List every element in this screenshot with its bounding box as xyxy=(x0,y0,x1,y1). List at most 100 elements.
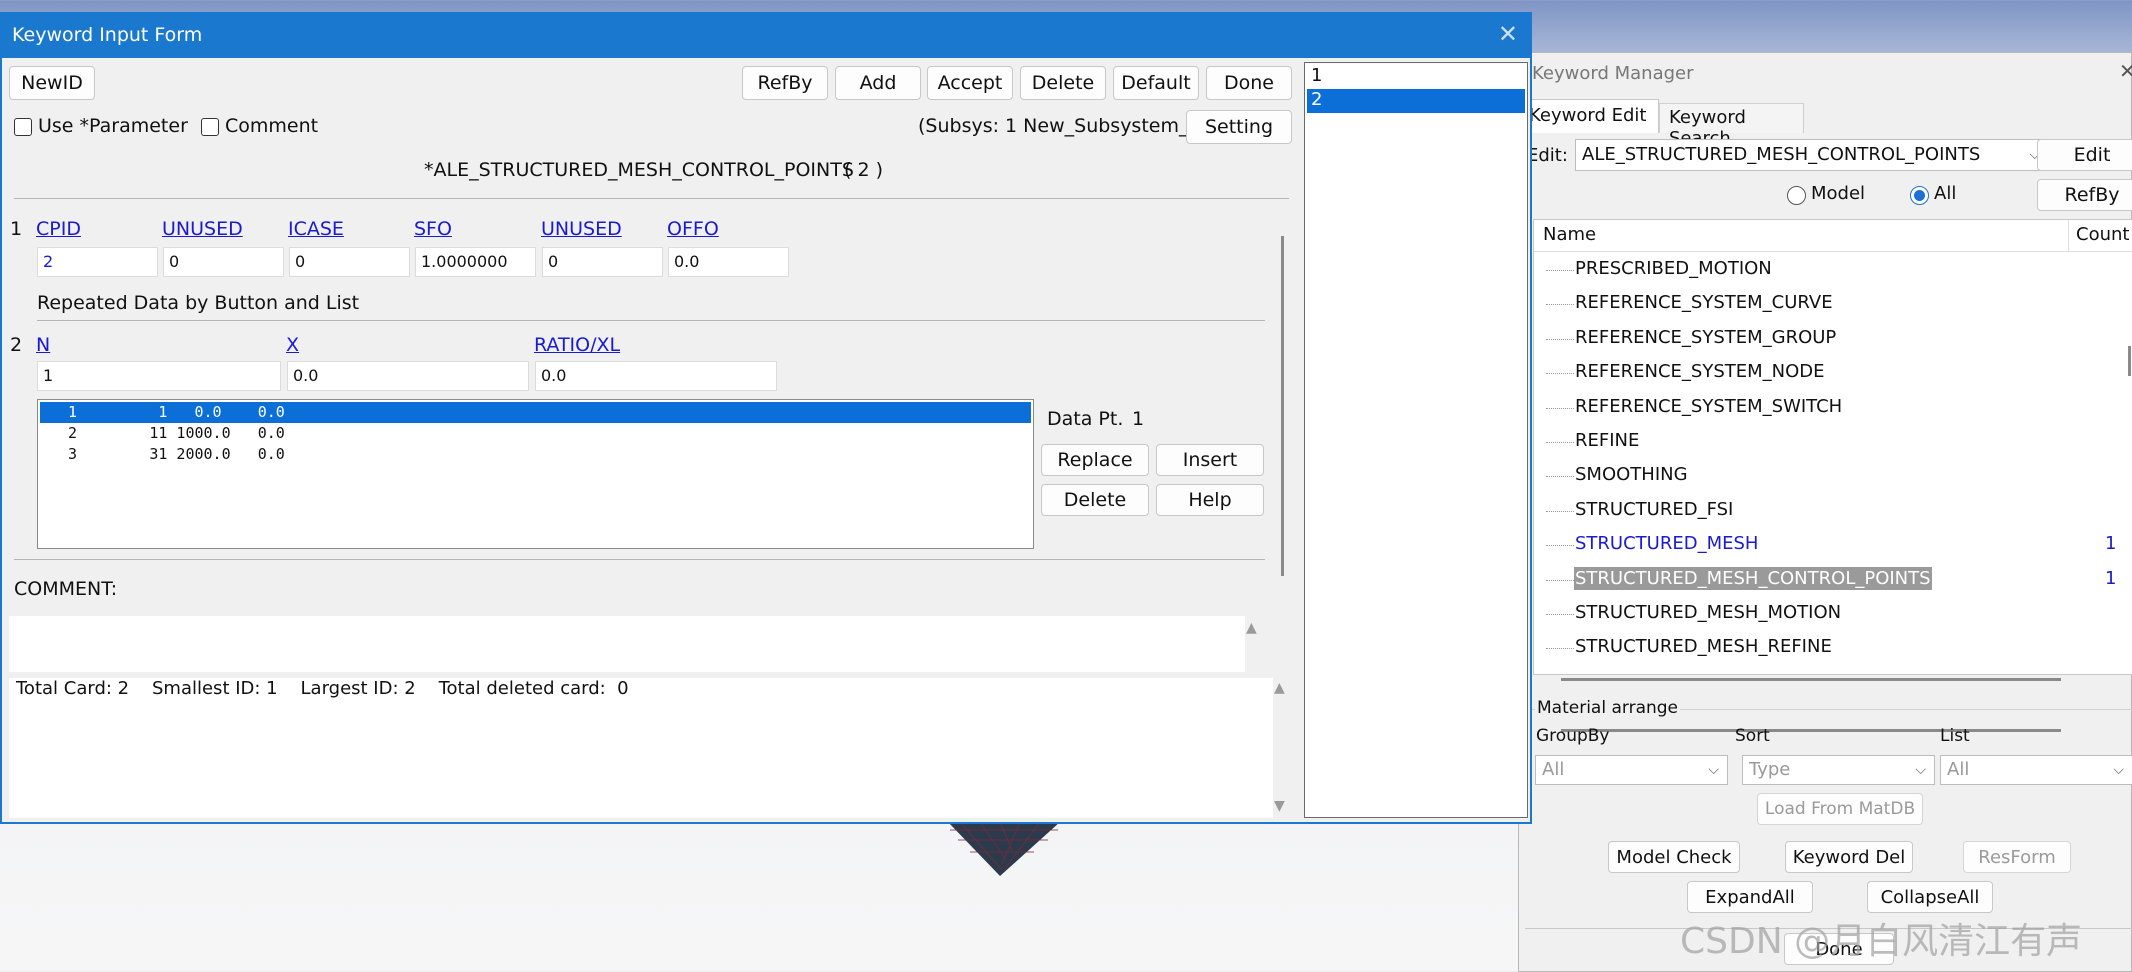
tree-connector xyxy=(1546,614,1574,615)
card2-field-label[interactable]: N xyxy=(36,334,50,356)
close-icon[interactable]: ✕ xyxy=(1498,20,1518,48)
tree-item[interactable]: STRUCTURED_MESH xyxy=(1574,533,1759,554)
card1-field-label[interactable]: OFFO xyxy=(667,218,719,240)
km-close-icon[interactable]: ✕ xyxy=(2119,59,2132,83)
data-rows: 1 1 0.0 0.0 2 11 1000.0 0.0 3 31 2000.0 … xyxy=(40,402,1031,465)
card1-field-input[interactable]: 1.0000000 xyxy=(415,247,536,277)
card1-field-input[interactable]: 0.0 xyxy=(668,247,789,277)
col-name-header[interactable]: Name xyxy=(1543,224,1596,245)
tree-item-label: STRUCTURED_MESH_CONTROL_POINTS xyxy=(1574,566,1932,590)
default-button[interactable]: Default xyxy=(1113,66,1199,100)
sort-label: Sort xyxy=(1735,726,1770,746)
done-button[interactable]: Done xyxy=(1206,66,1292,100)
card2-field-input[interactable]: 0.0 xyxy=(535,361,777,391)
chevron-down-icon: ⌵ xyxy=(1708,762,1719,778)
card1-field-label[interactable]: UNUSED xyxy=(541,218,622,240)
km-refby-button[interactable]: RefBy xyxy=(2037,179,2132,211)
col-count-header[interactable]: Count xyxy=(2076,224,2129,245)
tree-hscroll-thumb[interactable] xyxy=(1561,678,2061,681)
tree-connector xyxy=(1546,510,1574,512)
data-list-row[interactable]: 2 11 1000.0 0.0 xyxy=(40,423,1031,444)
edit-keyword-select[interactable]: ALE_STRUCTURED_MESH_CONTROL_POINTS ⌵ xyxy=(1575,139,2049,171)
radio-all[interactable] xyxy=(1910,186,1929,205)
material-arrange-label: Material arrange xyxy=(1535,698,1681,718)
data-pt-label: Data Pt. xyxy=(1047,408,1124,430)
comment-textarea[interactable] xyxy=(9,616,1245,672)
delete-button[interactable]: Delete xyxy=(1020,66,1106,100)
comment-checkbox-label: Comment xyxy=(225,115,319,137)
keyword-del-button[interactable]: Keyword Del xyxy=(1785,841,1913,873)
status-area xyxy=(9,678,1273,818)
edit-button[interactable]: Edit xyxy=(2037,139,2132,171)
status-scroll-up-icon[interactable]: ▲ xyxy=(1274,680,1285,696)
id-list[interactable]: 1 2 xyxy=(1304,62,1528,818)
card1-field-input[interactable]: 0 xyxy=(542,247,663,277)
newid-button[interactable]: NewID xyxy=(9,66,95,100)
comment-scroll-up-icon[interactable]: ▲ xyxy=(1246,620,1257,636)
card1-field-input[interactable]: 0 xyxy=(289,247,410,277)
data-list-row[interactable]: 3 31 2000.0 0.0 xyxy=(40,444,1031,465)
tree-item[interactable]: REFERENCE_SYSTEM_GROUP xyxy=(1574,327,1837,348)
tree-connector xyxy=(1546,373,1574,375)
radio-model-label: Model xyxy=(1811,183,1866,204)
tab-keyword-edit[interactable]: Keyword Edit xyxy=(1519,99,1659,133)
tab-keyword-edit-label: Keyword Edit xyxy=(1529,105,1647,126)
card2-field-label[interactable]: RATIO/XL xyxy=(534,334,620,356)
collapseall-button[interactable]: CollapseAll xyxy=(1867,881,1993,913)
tree-item[interactable]: SMOOTHING xyxy=(1574,464,1689,485)
add-button[interactable]: Add xyxy=(835,66,921,100)
edit-keyword-value: ALE_STRUCTURED_MESH_CONTROL_POINTS xyxy=(1582,144,1981,165)
tree-item[interactable]: REFERENCE_SYSTEM_CURVE xyxy=(1574,292,1834,313)
card1-field-label[interactable]: ICASE xyxy=(288,218,344,240)
tree-item[interactable]: REFERENCE_SYSTEM_NODE xyxy=(1574,361,1826,382)
data-points-list[interactable]: 1 1 0.0 0.0 2 11 1000.0 0.0 3 31 2000.0 … xyxy=(37,399,1034,549)
list-select[interactable]: All ⌵ xyxy=(1940,755,2132,785)
resform-button[interactable]: ResForm xyxy=(1963,841,2071,873)
card1-field-label[interactable]: CPID xyxy=(36,218,81,240)
tree-item[interactable]: STRUCTURED_MESH_REFINE xyxy=(1574,636,1833,657)
radio-model[interactable] xyxy=(1787,186,1806,205)
tree-item[interactable]: REFERENCE_SYSTEM_SWITCH xyxy=(1574,396,1843,417)
setting-button[interactable]: Setting xyxy=(1186,110,1292,144)
card1-field-input[interactable]: 0 xyxy=(163,247,284,277)
groupby-select[interactable]: All ⌵ xyxy=(1535,755,1728,785)
card1-field-label[interactable]: UNUSED xyxy=(162,218,243,240)
tree-item[interactable]: STRUCTURED_MESH_CONTROL_POINTS xyxy=(1574,566,1932,590)
model-check-button[interactable]: Model Check xyxy=(1608,841,1740,873)
tree-item[interactable]: REFINE xyxy=(1574,430,1640,451)
help-button[interactable]: Help xyxy=(1156,484,1264,516)
list-delete-button[interactable]: Delete xyxy=(1041,484,1149,516)
refby-button[interactable]: RefBy xyxy=(742,66,828,100)
accept-button[interactable]: Accept xyxy=(927,66,1013,100)
tree-item[interactable]: STRUCTURED_FSI xyxy=(1574,499,1734,520)
card2-field-label[interactable]: X xyxy=(286,334,299,356)
insert-button[interactable]: Insert xyxy=(1156,444,1264,476)
load-from-matdb-button[interactable]: Load From MatDB xyxy=(1757,793,1923,825)
tree-connector xyxy=(1546,648,1574,650)
tree-item[interactable]: STRUCTURED_MESH_MOTION xyxy=(1574,602,1842,623)
form-vertical-scrollbar[interactable] xyxy=(1281,236,1284,576)
tree-vertical-scrollbar[interactable] xyxy=(2128,346,2131,376)
status-scroll-down-icon[interactable]: ▼ xyxy=(1274,798,1285,814)
data-list-row[interactable]: 1 1 0.0 0.0 xyxy=(40,402,1031,423)
tree-connector xyxy=(1546,476,1574,478)
tree-item-label: REFERENCE_SYSTEM_SWITCH xyxy=(1575,395,1843,417)
col-divider xyxy=(2068,220,2069,252)
id-list-item[interactable]: 1 xyxy=(1307,65,1525,89)
sort-select[interactable]: Type ⌵ xyxy=(1742,755,1935,785)
id-list-item-selected[interactable]: 2 xyxy=(1307,89,1525,113)
card2-field-input[interactable]: 0.0 xyxy=(287,361,529,391)
tree-connector xyxy=(1546,338,1574,340)
card1-field-input[interactable]: 2 xyxy=(37,247,158,277)
tree-item[interactable]: PRESCRIBED_MOTION xyxy=(1574,258,1773,279)
comment-checkbox[interactable] xyxy=(201,118,219,136)
tab-keyword-search[interactable]: Keyword Search xyxy=(1659,103,1804,149)
tree-item-label: REFINE xyxy=(1575,430,1640,451)
tree-header: Name Count xyxy=(1534,220,2132,252)
use-parameter-checkbox[interactable] xyxy=(14,118,32,136)
radio-all-label: All xyxy=(1934,183,1957,204)
card1-field-label[interactable]: SFO xyxy=(414,218,452,240)
replace-button[interactable]: Replace xyxy=(1041,444,1149,476)
expandall-button[interactable]: ExpandAll xyxy=(1687,881,1813,913)
card2-field-input[interactable]: 1 xyxy=(37,361,281,391)
